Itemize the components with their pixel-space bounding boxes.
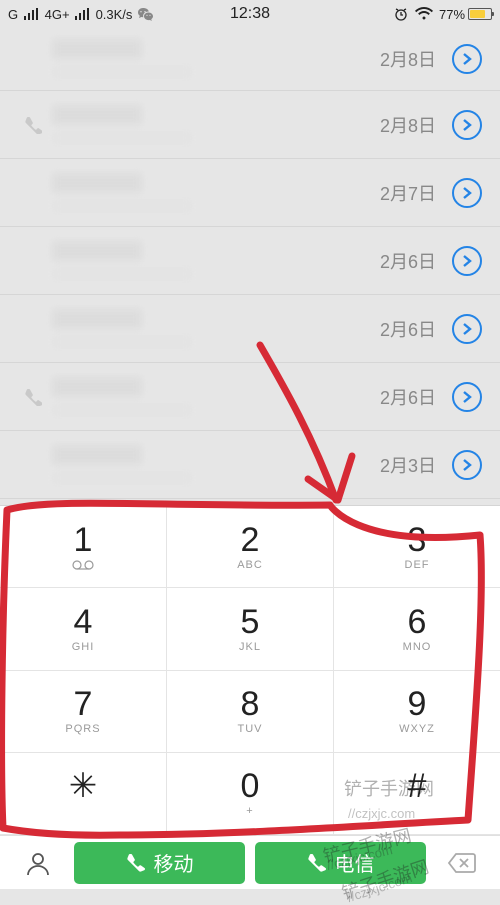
bottom-bar: 移动 电信 [0, 835, 500, 889]
carrier-g: G [8, 7, 19, 22]
call-row[interactable]: 2月7日 [0, 159, 500, 227]
dial-key-8[interactable]: 8 TUV [167, 671, 334, 753]
chevron-right-icon [461, 254, 473, 268]
dial-sub: GHI [72, 641, 95, 653]
battery-icon [468, 8, 492, 20]
call-detail-button[interactable] [452, 246, 482, 276]
dial-key-3[interactable]: 3 DEF [334, 506, 500, 588]
battery-pct: 77% [439, 7, 465, 22]
phone-icon [126, 853, 146, 873]
data-speed: 0.3K/s [96, 7, 133, 22]
phone-icon [307, 853, 327, 873]
dial-sub: DEF [405, 559, 430, 571]
call-date: 2月7日 [380, 180, 436, 206]
call-sim1-button[interactable]: 移动 [74, 842, 245, 884]
dial-num: 8 [241, 687, 260, 721]
call-contact [48, 377, 380, 417]
call-detail-button[interactable] [452, 450, 482, 480]
dial-num: 0 [241, 769, 260, 803]
call-row[interactable]: 2月6日 [0, 295, 500, 363]
chevron-right-icon [461, 186, 473, 200]
dial-sub: MNO [403, 641, 432, 653]
dial-num: 7 [74, 687, 93, 721]
chevron-right-icon [461, 322, 473, 336]
dial-num: 9 [408, 687, 427, 721]
dial-sub: WXYZ [399, 723, 435, 735]
dial-key-9[interactable]: 9 WXYZ [334, 671, 500, 753]
dial-num: 5 [241, 605, 260, 639]
wechat-icon [137, 6, 155, 22]
dial-key-7[interactable]: 7 PQRS [0, 671, 167, 753]
call-detail-button[interactable] [452, 382, 482, 412]
dial-key-6[interactable]: 6 MNO [334, 588, 500, 670]
dial-sub: + [246, 805, 253, 817]
dial-key-0[interactable]: 0+ [167, 753, 334, 835]
dial-num: ✳ [69, 769, 98, 803]
call-row[interactable]: 2月8日 [0, 28, 500, 91]
dial-key-hash[interactable]: # [334, 753, 500, 835]
voicemail-icon [72, 559, 94, 571]
dial-key-4[interactable]: 4 GHI [0, 588, 167, 670]
chevron-right-icon [461, 52, 473, 66]
dial-num: 2 [241, 523, 260, 557]
call-contact [48, 309, 380, 349]
battery-indicator: 77% [439, 7, 492, 22]
dial-num: # [408, 769, 427, 803]
contacts-icon [24, 849, 52, 877]
chevron-right-icon [461, 390, 473, 404]
dial-num: 3 [408, 523, 427, 557]
status-right: 77% [270, 6, 492, 22]
call-row[interactable]: 2月6日 [0, 227, 500, 295]
chevron-right-icon [461, 118, 473, 132]
contacts-button[interactable] [12, 842, 64, 884]
call-row[interactable]: 2月8日 [0, 91, 500, 159]
call-contact [48, 39, 380, 79]
call-sim2-button[interactable]: 电信 [255, 842, 426, 884]
call-contact [48, 105, 380, 145]
call-detail-button[interactable] [452, 314, 482, 344]
call-detail-button[interactable] [452, 178, 482, 208]
wifi-icon [415, 7, 433, 21]
call-contact [48, 241, 380, 281]
call-date: 2月8日 [380, 46, 436, 72]
call-date: 2月3日 [380, 452, 436, 478]
dial-key-2[interactable]: 2 ABC [167, 506, 334, 588]
dial-sub: PQRS [65, 723, 100, 735]
call-sim1-label: 移动 [154, 848, 194, 877]
dial-num: 4 [74, 605, 93, 639]
call-row[interactable]: 2月3日 [0, 431, 500, 499]
call-sim2-label: 电信 [335, 848, 375, 877]
call-detail-button[interactable] [452, 44, 482, 74]
dialpad: 12ABC3DEF4GHI5JKL6MNO7PQRS8TUV9WXYZ✳0+# [0, 505, 500, 835]
recent-calls-list[interactable]: 2月8日 2月8日 2月7日 2月6日 2月6日 2月6日 2月3日 [0, 28, 500, 505]
dial-key-star[interactable]: ✳ [0, 753, 167, 835]
dial-sub: ABC [237, 559, 263, 571]
backspace-button[interactable] [436, 842, 488, 884]
call-direction-icon [18, 388, 48, 406]
call-contact [48, 445, 380, 485]
call-date: 2月6日 [380, 248, 436, 274]
alarm-icon [393, 6, 409, 22]
status-bar: G 4G+ 0.3K/s 12:38 77% [0, 0, 500, 28]
call-date: 2月6日 [380, 384, 436, 410]
dial-key-5[interactable]: 5 JKL [167, 588, 334, 670]
call-row[interactable]: 2月6日 [0, 363, 500, 431]
call-contact [48, 173, 380, 213]
dial-sub: TUV [238, 723, 263, 735]
dial-key-1[interactable]: 1 [0, 506, 167, 588]
dial-sub: JKL [239, 641, 261, 653]
dial-num: 6 [408, 605, 427, 639]
clock: 12:38 [230, 5, 270, 23]
dial-num: 1 [74, 523, 93, 557]
signal-bars-2-icon [75, 8, 91, 20]
chevron-right-icon [461, 458, 473, 472]
call-date: 2月8日 [380, 112, 436, 138]
call-direction-icon [18, 116, 48, 134]
backspace-icon [447, 852, 477, 874]
signal-bars-icon [24, 8, 40, 20]
network-type: 4G+ [45, 7, 70, 22]
call-date: 2月6日 [380, 316, 436, 342]
status-left: G 4G+ 0.3K/s [8, 6, 230, 22]
call-detail-button[interactable] [452, 110, 482, 140]
